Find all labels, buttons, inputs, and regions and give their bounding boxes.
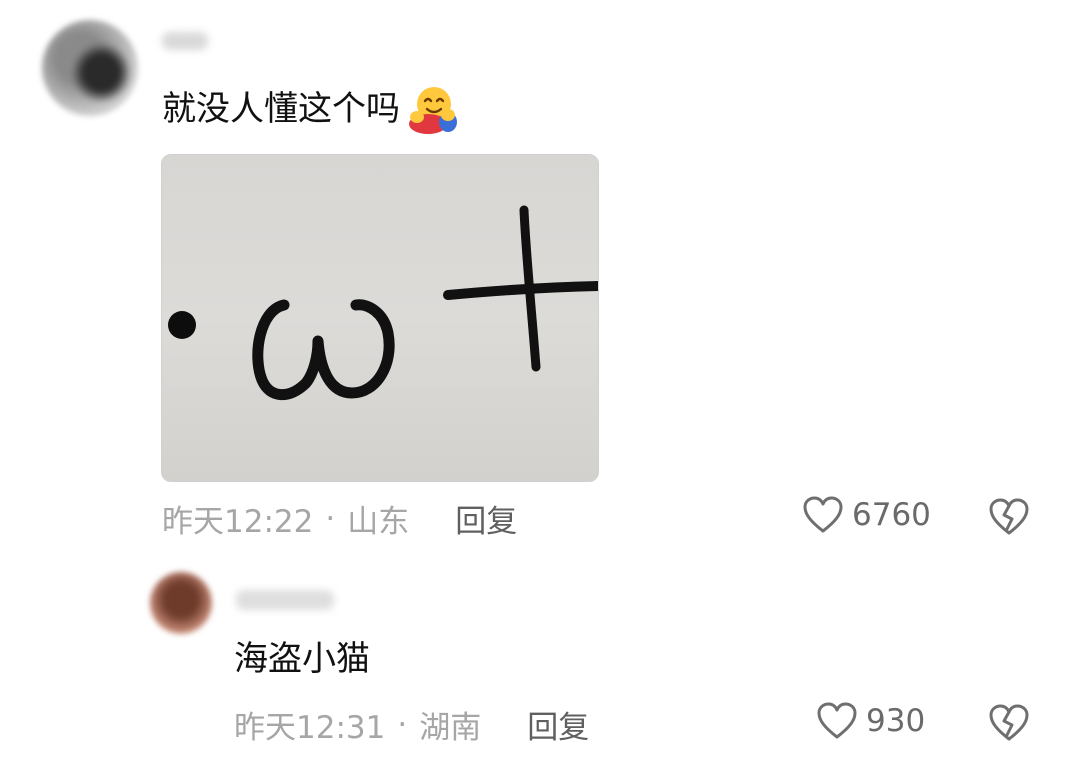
reply-like-count: 930 <box>866 703 926 739</box>
comment-image[interactable] <box>161 154 599 482</box>
meta-separator: · <box>325 500 336 537</box>
reply-time: 昨天12:31 <box>234 710 386 746</box>
heart-icon <box>803 496 843 533</box>
username-blurred[interactable] <box>162 32 208 50</box>
comment-text: 就没人懂这个吗 <box>162 89 400 129</box>
broken-heart-icon <box>989 704 1029 741</box>
reply-meta: 昨天12:31 · 湖南 回复 <box>234 702 589 747</box>
meta-separator: · <box>397 706 408 743</box>
reply-like-button[interactable]: 930 <box>816 702 925 740</box>
comment-meta: 昨天12:22 · 山东 回复 <box>162 496 517 541</box>
reply-username-blurred[interactable] <box>236 590 334 610</box>
reply-location: 湖南 <box>419 710 482 746</box>
comment-body: 就没人懂这个吗 <box>162 84 458 134</box>
reply-button[interactable]: 回复 <box>455 496 517 541</box>
reply-button[interactable]: 回复 <box>527 702 589 747</box>
broken-heart-icon <box>989 498 1029 535</box>
reply-text: 海盗小猫 <box>234 639 370 679</box>
like-count: 6760 <box>852 497 931 533</box>
dot-omega-plus-drawing <box>168 205 598 401</box>
comment-thread: 就没人懂这个吗 昨天12:22 · 山东 回复 6760 海盗小猫 昨天12:3… <box>0 0 1079 762</box>
dislike-button[interactable] <box>988 498 1030 540</box>
heart-icon <box>817 702 857 739</box>
comment-location: 山东 <box>347 504 410 540</box>
like-button[interactable]: 6760 <box>802 496 931 534</box>
avatar[interactable] <box>42 20 138 116</box>
comment-time: 昨天12:22 <box>162 504 314 540</box>
reply-avatar[interactable] <box>150 572 212 634</box>
reply-dislike-button[interactable] <box>988 704 1030 746</box>
hugging-face-emoji-icon <box>404 84 458 134</box>
